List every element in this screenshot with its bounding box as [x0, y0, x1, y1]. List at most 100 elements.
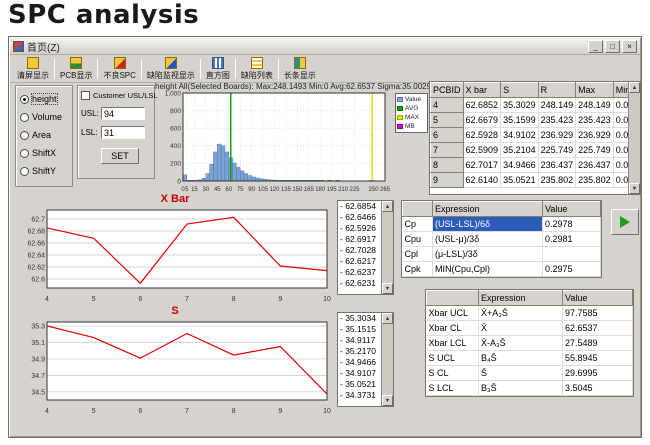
- row-name-cell[interactable]: Xbar CL: [427, 321, 479, 336]
- value-cell[interactable]: 27.5489: [563, 336, 633, 351]
- pcb-row-header[interactable]: 5: [431, 113, 464, 128]
- lsl-input[interactable]: [101, 126, 145, 139]
- pcb-column-header[interactable]: PCBID: [431, 83, 464, 98]
- value-cell[interactable]: 62.6537: [563, 321, 633, 336]
- pcb-row-header[interactable]: 7: [431, 143, 464, 158]
- value-cell[interactable]: [543, 247, 601, 262]
- pcb-cell[interactable]: 62.6679: [463, 113, 501, 128]
- svg-text:250: 250: [369, 187, 380, 193]
- value-cell[interactable]: 55.8945: [563, 351, 633, 366]
- value-cell[interactable]: 0.2975: [543, 262, 601, 277]
- pcb-cell[interactable]: 62.5928: [463, 128, 501, 143]
- customer-usl-lsl-checkbox[interactable]: [81, 91, 90, 100]
- pcb-cell[interactable]: 35.0521: [501, 173, 539, 188]
- expression-cell[interactable]: X̄+A₃S̄: [479, 306, 563, 321]
- pcb-cell[interactable]: 235.802: [538, 173, 576, 188]
- close-button[interactable]: ×: [622, 40, 637, 53]
- minimize-button[interactable]: _: [588, 40, 603, 53]
- radio-option-area[interactable]: Area: [18, 126, 70, 144]
- radio-icon: [20, 95, 29, 104]
- row-name-cell[interactable]: Xbar UCL: [427, 306, 479, 321]
- scroll-up-icon[interactable]: ▲: [629, 82, 640, 93]
- pcb-cell[interactable]: 225.749: [538, 143, 576, 158]
- radio-option-height[interactable]: height: [18, 90, 70, 108]
- row-name-cell[interactable]: S LCL: [427, 381, 479, 396]
- pcb-cell[interactable]: 236.929: [576, 128, 614, 143]
- pcb-cell[interactable]: 248.149: [576, 98, 614, 113]
- pcb-cell[interactable]: 248.149: [538, 98, 576, 113]
- toolbar-button-pcb-display[interactable]: PCB显示: [56, 56, 96, 82]
- pcb-cell[interactable]: 236.929: [538, 128, 576, 143]
- value-cell[interactable]: 97.7585: [563, 306, 633, 321]
- row-name-cell[interactable]: Cp: [403, 217, 433, 232]
- pcb-cell[interactable]: 235.802: [576, 173, 614, 188]
- usl-input[interactable]: [101, 107, 145, 120]
- pcb-cell[interactable]: 34.9102: [501, 128, 539, 143]
- scroll-down-icon[interactable]: ▼: [629, 183, 640, 194]
- pcb-cell[interactable]: 235.423: [538, 113, 576, 128]
- pcb-cell[interactable]: 34.9466: [501, 158, 539, 173]
- scroll-up-icon[interactable]: ▲: [382, 201, 393, 212]
- value-cell[interactable]: 29.6995: [563, 366, 633, 381]
- toolbar-button-bar-display[interactable]: 长条显示: [280, 56, 320, 82]
- value-cell[interactable]: 0.2981: [543, 232, 601, 247]
- pcb-cell[interactable]: 62.7017: [463, 158, 501, 173]
- s-list-item-scrollbar[interactable]: ▲▼: [381, 313, 393, 406]
- scroll-down-icon[interactable]: ▼: [382, 283, 393, 294]
- expression-cell[interactable]: S̄: [479, 366, 563, 381]
- toolbar-button-bad-spc[interactable]: 不良SPC: [99, 56, 139, 82]
- row-name-cell[interactable]: Cpu: [403, 232, 433, 247]
- scroll-down-icon[interactable]: ▼: [382, 395, 393, 406]
- row-name-cell[interactable]: Cpl: [403, 247, 433, 262]
- defect-monitor-icon: [165, 57, 177, 69]
- pcb-column-header[interactable]: X bar: [463, 83, 501, 98]
- xbar-list-item-scrollbar[interactable]: ▲▼: [381, 201, 393, 294]
- pcb-column-header[interactable]: S: [501, 83, 539, 98]
- expression-cell[interactable]: X̄: [479, 321, 563, 336]
- radio-option-volume[interactable]: Volume: [18, 108, 70, 126]
- limits-grid-header-row: ExpressionValue: [427, 291, 633, 306]
- pcb-row-header[interactable]: 6: [431, 128, 464, 143]
- expression-cell[interactable]: B₃S̄: [479, 381, 563, 396]
- expression-cell[interactable]: B₄S̄: [479, 351, 563, 366]
- row-name-cell[interactable]: S UCL: [427, 351, 479, 366]
- pcb-cell[interactable]: 236.437: [576, 158, 614, 173]
- value-cell[interactable]: 3.5045: [563, 381, 633, 396]
- toolbar-button-clear-screen[interactable]: 清屏显示: [13, 56, 53, 82]
- pcb-cell[interactable]: 62.6852: [463, 98, 501, 113]
- pcb-cell[interactable]: 35.3029: [501, 98, 539, 113]
- pcb-cell[interactable]: 225.749: [576, 143, 614, 158]
- pcb-cell[interactable]: 236.437: [538, 158, 576, 173]
- set-button[interactable]: SET: [101, 148, 139, 164]
- expression-cell[interactable]: MIN(Cpu,Cpl): [433, 262, 543, 277]
- pcb-row-header[interactable]: 8: [431, 158, 464, 173]
- row-name-cell[interactable]: Xbar LCL: [427, 336, 479, 351]
- pcb-cell[interactable]: 235.423: [576, 113, 614, 128]
- clear-screen-icon: [27, 57, 39, 69]
- radio-option-shiftx[interactable]: ShiftX: [18, 144, 70, 162]
- scroll-up-icon[interactable]: ▲: [382, 313, 393, 324]
- pcb-table-scrollbar[interactable]: ▲▼: [628, 82, 640, 194]
- expression-cell[interactable]: (μ-LSL)/3δ: [433, 247, 543, 262]
- pcb-cell[interactable]: 62.6140: [463, 173, 501, 188]
- pcb-cell[interactable]: 62.5909: [463, 143, 501, 158]
- expression-cell[interactable]: X̄-A₃S̄: [479, 336, 563, 351]
- radio-option-shifty[interactable]: ShiftY: [18, 162, 70, 180]
- pcb-cell[interactable]: 35.2104: [501, 143, 539, 158]
- toolbar-button-histogram[interactable]: 直方图: [202, 56, 234, 82]
- row-name-cell[interactable]: Cpk: [403, 262, 433, 277]
- pcb-column-header[interactable]: R: [538, 83, 576, 98]
- export-button[interactable]: [611, 209, 639, 235]
- maximize-button[interactable]: □: [605, 40, 620, 53]
- toolbar-button-defect-list[interactable]: 缺陷列表: [237, 56, 277, 82]
- toolbar-button-defect-monitor[interactable]: 缺陷监视显示: [143, 56, 199, 82]
- expression-cell[interactable]: (USL-LSL)/6δ: [433, 217, 543, 232]
- pcb-cell[interactable]: 35.1599: [501, 113, 539, 128]
- pcb-row-header[interactable]: 4: [431, 98, 464, 113]
- expression-cell[interactable]: (USL-μ)/3δ: [433, 232, 543, 247]
- value-cell[interactable]: 0.2978: [543, 217, 601, 232]
- pcb-row-header[interactable]: 9: [431, 173, 464, 188]
- row-name-cell[interactable]: S CL: [427, 366, 479, 381]
- window-title: 首页(Z): [27, 39, 585, 54]
- pcb-column-header[interactable]: Max: [576, 83, 614, 98]
